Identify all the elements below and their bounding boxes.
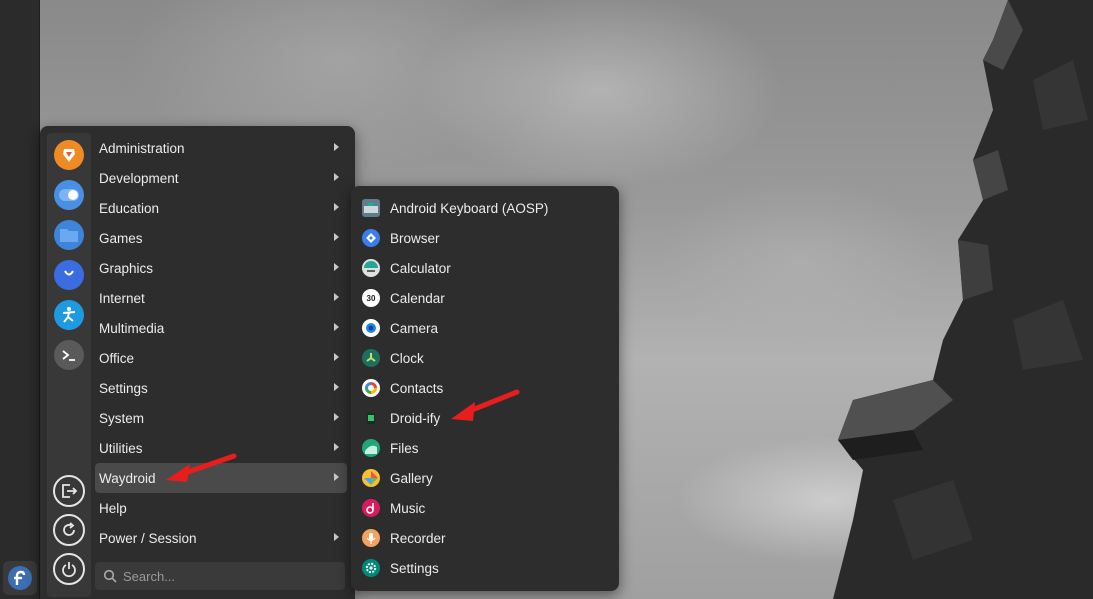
- category-label: System: [99, 410, 145, 426]
- terminal-icon[interactable]: [54, 340, 84, 370]
- restart-icon[interactable]: [53, 514, 85, 546]
- app-item-gallery[interactable]: Gallery: [359, 463, 611, 493]
- category-label: Games: [99, 230, 143, 246]
- menu-category-education[interactable]: Education: [95, 193, 347, 223]
- menu-category-multimedia[interactable]: Multimedia: [95, 313, 347, 343]
- app-item-settings[interactable]: Settings: [359, 553, 611, 583]
- app-item-camera[interactable]: Camera: [359, 313, 611, 343]
- music-icon: [362, 499, 380, 517]
- chevron-right-icon: [334, 533, 339, 541]
- app-label: Camera: [390, 320, 439, 336]
- app-label: Droid-ify: [390, 410, 441, 426]
- taskbar-panel: [0, 0, 40, 599]
- category-label: Multimedia: [99, 320, 165, 336]
- category-label: Waydroid: [99, 470, 156, 486]
- recorder-icon: [362, 529, 380, 547]
- annotation-arrow-waydroid: [166, 453, 237, 482]
- app-label: Recorder: [390, 530, 446, 546]
- camera-icon: [362, 319, 380, 337]
- chevron-right-icon: [334, 383, 339, 391]
- app-label: Android Keyboard (AOSP): [390, 200, 549, 216]
- chevron-right-icon: [334, 233, 339, 241]
- logout-icon[interactable]: [53, 475, 85, 507]
- folder-icon[interactable]: [54, 220, 84, 250]
- chevron-right-icon: [334, 413, 339, 421]
- menu-category-internet[interactable]: Internet: [95, 283, 347, 313]
- brave-icon[interactable]: [54, 140, 84, 170]
- app-item-browser[interactable]: Browser: [359, 223, 611, 253]
- power-icon[interactable]: [53, 553, 85, 585]
- toggle-icon[interactable]: [54, 180, 84, 210]
- app-label: Contacts: [390, 380, 444, 396]
- settings-icon: [362, 559, 380, 577]
- favorites-sidebar: [47, 133, 91, 597]
- gallery-icon: [362, 469, 380, 487]
- menu-item-help[interactable]: Help: [95, 493, 347, 523]
- category-label: Internet: [99, 290, 145, 306]
- files-icon: [362, 439, 380, 457]
- droidify-icon: [362, 409, 380, 427]
- category-label: Administration: [99, 140, 185, 156]
- cliff-rock-image: [833, 0, 1093, 599]
- app-label: Gallery: [390, 470, 433, 486]
- app-item-calculator[interactable]: Calculator: [359, 253, 611, 283]
- category-label: Utilities: [99, 440, 143, 456]
- store-bag-icon[interactable]: [54, 260, 84, 290]
- chevron-right-icon: [334, 353, 339, 361]
- contacts-icon: [362, 379, 380, 397]
- app-label: Settings: [390, 560, 439, 576]
- keyboard-icon: [362, 199, 380, 217]
- accessibility-icon[interactable]: [54, 300, 84, 330]
- search-icon: [103, 569, 117, 583]
- chevron-right-icon: [334, 143, 339, 151]
- app-item-clock[interactable]: Clock: [359, 343, 611, 373]
- annotation-arrow-droidify: [451, 389, 520, 421]
- chevron-right-icon: [334, 203, 339, 211]
- menu-category-power-session[interactable]: Power / Session: [95, 523, 347, 553]
- app-item-android-keyboard[interactable]: Android Keyboard (AOSP): [359, 193, 611, 223]
- search-input[interactable]: [123, 568, 323, 584]
- category-label: Graphics: [99, 260, 154, 276]
- app-label: Clock: [390, 350, 424, 366]
- menu-category-graphics[interactable]: Graphics: [95, 253, 347, 283]
- category-label: Settings: [99, 380, 148, 396]
- menu-category-settings[interactable]: Settings: [95, 373, 347, 403]
- clock-icon: [362, 349, 380, 367]
- app-label: Music: [390, 500, 426, 516]
- calendar-icon: 30: [362, 289, 380, 307]
- app-item-files[interactable]: Files: [359, 433, 611, 463]
- category-label: Power / Session: [99, 530, 197, 546]
- menu-category-development[interactable]: Development: [95, 163, 347, 193]
- application-menu: Administration Development Education Gam…: [40, 126, 355, 599]
- chevron-right-icon: [334, 473, 339, 481]
- browser-icon: [362, 229, 380, 247]
- search-box: [95, 562, 345, 590]
- calculator-icon: [362, 259, 380, 277]
- chevron-right-icon: [334, 263, 339, 271]
- calendar-icon-text: 30: [366, 293, 376, 303]
- menu-category-office[interactable]: Office: [95, 343, 347, 373]
- app-label: Calendar: [390, 290, 445, 306]
- menu-category-system[interactable]: System: [95, 403, 347, 433]
- fedora-logo-icon: [8, 566, 32, 590]
- category-label: Help: [99, 500, 127, 516]
- chevron-right-icon: [334, 323, 339, 331]
- category-label: Education: [99, 200, 160, 216]
- application-launcher-button[interactable]: [3, 561, 37, 595]
- app-label: Files: [390, 440, 419, 456]
- menu-category-administration[interactable]: Administration: [95, 133, 347, 163]
- chevron-right-icon: [334, 293, 339, 301]
- app-item-music[interactable]: Music: [359, 493, 611, 523]
- chevron-right-icon: [334, 443, 339, 451]
- app-label: Calculator: [390, 260, 451, 276]
- app-item-calendar[interactable]: 30 Calendar: [359, 283, 611, 313]
- app-item-recorder[interactable]: Recorder: [359, 523, 611, 553]
- menu-category-games[interactable]: Games: [95, 223, 347, 253]
- chevron-right-icon: [334, 173, 339, 181]
- app-label: Browser: [390, 230, 440, 246]
- category-label: Office: [99, 350, 135, 366]
- category-label: Development: [99, 170, 179, 186]
